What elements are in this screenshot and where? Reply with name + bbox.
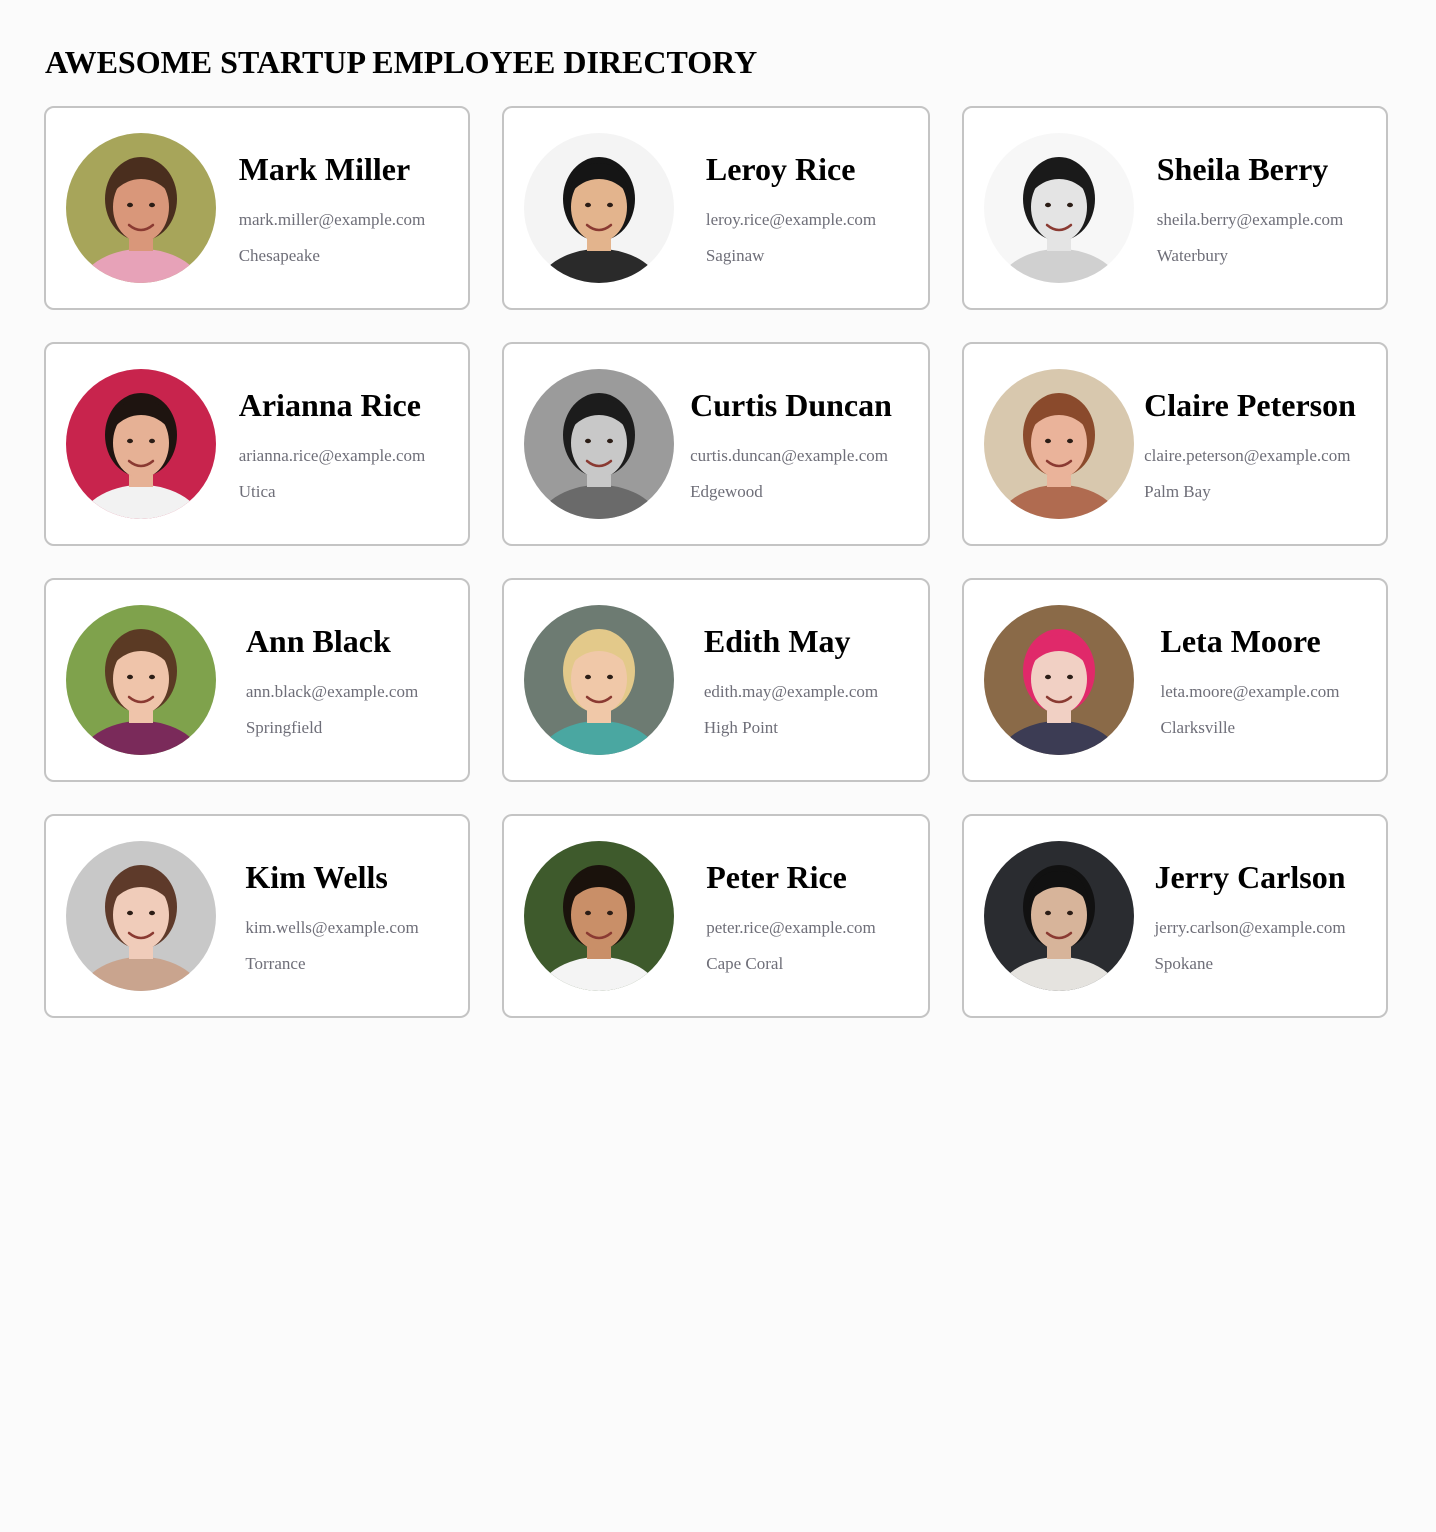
employee-name: Leroy Rice	[705, 150, 856, 187]
employee-email: curtis.duncan@example.com	[690, 445, 888, 465]
portrait-photo-icon	[984, 133, 1134, 283]
employee-name: Claire Peterson	[1144, 386, 1356, 423]
portrait-photo-icon	[524, 841, 674, 991]
avatar	[524, 369, 674, 519]
employee-card[interactable]: Curtis Duncan curtis.duncan@example.com …	[502, 342, 930, 546]
employee-email: jerry.carlson@example.com	[1154, 917, 1346, 937]
employee-city: Torrance	[245, 953, 306, 973]
portrait-photo-icon	[66, 133, 216, 283]
employee-name: Arianna Rice	[238, 386, 421, 423]
employee-name: Curtis Duncan	[690, 386, 892, 423]
employee-card[interactable]: Arianna Rice arianna.rice@example.com Ut…	[44, 342, 470, 546]
portrait-photo-icon	[524, 133, 674, 283]
employee-email: sheila.berry@example.com	[1156, 209, 1344, 229]
employee-email: mark.miller@example.com	[238, 209, 426, 229]
employee-email: peter.rice@example.com	[706, 917, 876, 937]
avatar	[524, 133, 674, 283]
employee-city: Spokane	[1154, 953, 1213, 973]
employee-name: Kim Wells	[245, 858, 388, 895]
avatar	[66, 133, 216, 283]
avatar	[524, 605, 674, 755]
employee-email: leta.moore@example.com	[1160, 681, 1340, 701]
portrait-photo-icon	[984, 841, 1134, 991]
avatar	[984, 841, 1134, 991]
portrait-photo-icon	[524, 605, 674, 755]
employee-name: Jerry Carlson	[1154, 858, 1346, 895]
directory-page: AWESOME STARTUP EMPLOYEE DIRECTORY Mark …	[0, 0, 1436, 1532]
employee-card[interactable]: Sheila Berry sheila.berry@example.com Wa…	[962, 106, 1388, 310]
portrait-photo-icon	[66, 605, 216, 755]
employee-name: Edith May	[703, 622, 851, 659]
portrait-photo-icon	[984, 369, 1134, 519]
employee-city: High Point	[703, 717, 779, 737]
employee-card[interactable]: Leta Moore leta.moore@example.com Clarks…	[962, 578, 1388, 782]
employee-name: Peter Rice	[706, 858, 847, 895]
employee-email: arianna.rice@example.com	[238, 445, 426, 465]
employee-card[interactable]: Jerry Carlson jerry.carlson@example.com …	[962, 814, 1388, 1018]
employee-city: Clarksville	[1160, 717, 1236, 737]
employee-email: kim.wells@example.com	[245, 917, 419, 937]
employee-card[interactable]: Mark Miller mark.miller@example.com Ches…	[44, 106, 470, 310]
employee-card[interactable]: Ann Black ann.black@example.com Springfi…	[44, 578, 470, 782]
employee-name: Ann Black	[245, 622, 391, 659]
employee-card[interactable]: Edith May edith.may@example.com High Poi…	[502, 578, 930, 782]
avatar	[984, 369, 1134, 519]
employee-city: Saginaw	[705, 245, 765, 265]
portrait-photo-icon	[66, 369, 216, 519]
employee-card[interactable]: Peter Rice peter.rice@example.com Cape C…	[502, 814, 930, 1018]
portrait-photo-icon	[984, 605, 1134, 755]
employee-grid: Mark Miller mark.miller@example.com Ches…	[44, 106, 1388, 1018]
page-title: AWESOME STARTUP EMPLOYEE DIRECTORY	[45, 44, 758, 80]
employee-city: Waterbury	[1156, 245, 1229, 265]
employee-email: ann.black@example.com	[245, 681, 419, 701]
employee-email: leroy.rice@example.com	[705, 209, 877, 229]
avatar	[66, 841, 216, 991]
portrait-photo-icon	[524, 369, 674, 519]
employee-card[interactable]: Leroy Rice leroy.rice@example.com Sagina…	[502, 106, 930, 310]
employee-city: Palm Bay	[1144, 481, 1211, 501]
avatar	[66, 369, 216, 519]
employee-city: Utica	[238, 481, 276, 501]
employee-city: Chesapeake	[238, 245, 320, 265]
employee-email: edith.may@example.com	[703, 681, 879, 701]
portrait-photo-icon	[66, 841, 216, 991]
avatar	[984, 605, 1134, 755]
avatar	[66, 605, 216, 755]
employee-name: Mark Miller	[238, 150, 411, 187]
avatar	[524, 841, 674, 991]
employee-city: Edgewood	[690, 481, 763, 501]
employee-card[interactable]: Kim Wells kim.wells@example.com Torrance	[44, 814, 470, 1018]
employee-card[interactable]: Claire Peterson claire.peterson@example.…	[962, 342, 1388, 546]
employee-name: Sheila Berry	[1156, 150, 1329, 187]
employee-email: claire.peterson@example.com	[1144, 445, 1351, 465]
employee-city: Cape Coral	[706, 953, 784, 973]
employee-city: Springfield	[245, 717, 323, 737]
employee-name: Leta Moore	[1160, 622, 1321, 659]
avatar	[984, 133, 1134, 283]
